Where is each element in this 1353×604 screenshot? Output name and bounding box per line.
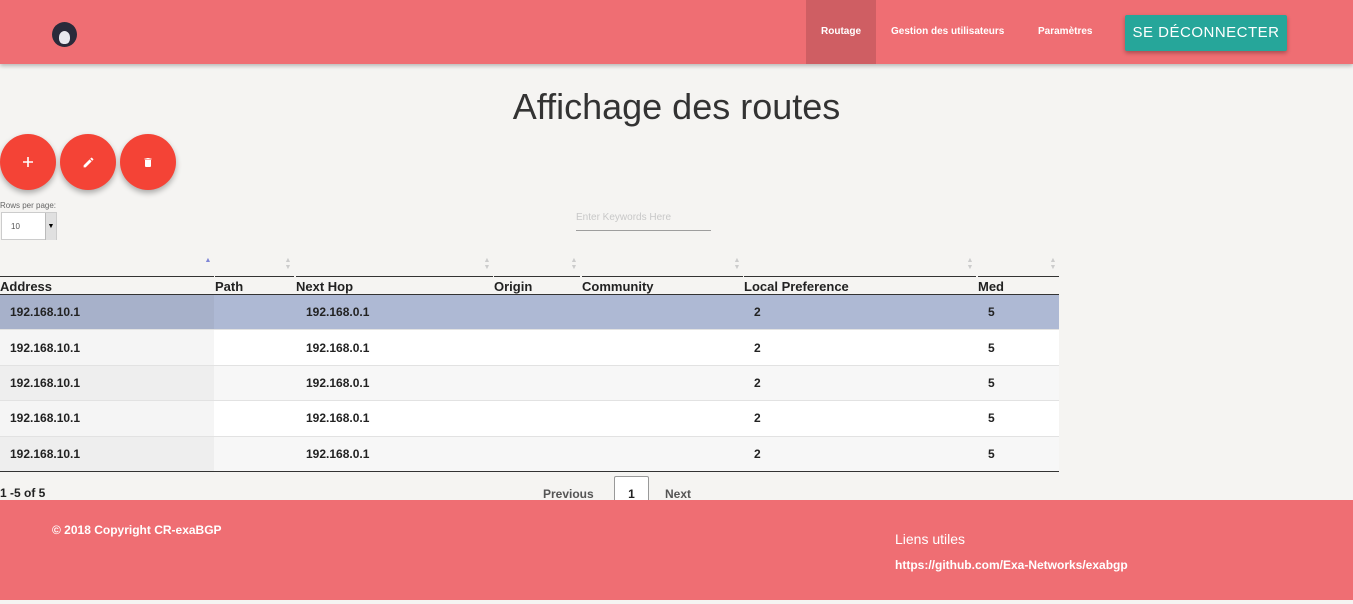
chevron-down-icon[interactable]: ▼ — [45, 213, 56, 240]
table-body: 192.168.10.1 192.168.0.1 2 5 192.168.10.… — [0, 295, 1059, 472]
cell-next-hop: 192.168.0.1 — [306, 411, 370, 426]
column-header-next-hop[interactable]: ▲ ▼ Next Hop — [295, 255, 493, 295]
column-header-community[interactable]: ▲ ▼ Community — [581, 255, 743, 295]
rows-per-page-select[interactable]: 10 ▼ — [1, 212, 57, 240]
sort-icon[interactable]: ▲ ▼ — [570, 257, 578, 271]
rows-per-page-value: 10 — [11, 222, 20, 231]
cell-address: 192.168.10.1 — [0, 436, 214, 471]
pagination-info: 1 -5 of 5 — [0, 486, 46, 500]
nav-item-users[interactable]: Gestion des utilisateurs — [876, 0, 1019, 64]
table-row[interactable]: 192.168.10.1 192.168.0.1 2 5 — [0, 365, 1059, 402]
sort-icon[interactable]: ▲ ▼ — [966, 257, 974, 271]
table-header: ▲ Address ▲ ▼ Path ▲ ▼ Next Hop ▲ ▼ Origin … — [0, 255, 1059, 295]
page-title: Affichage des routes — [512, 86, 841, 127]
cell-med: 5 — [988, 446, 995, 461]
rows-per-page-label: Rows per page: — [0, 201, 57, 210]
cell-address: 192.168.10.1 — [0, 365, 214, 401]
column-header-local-preference[interactable]: ▲ ▼ Local Preference — [743, 255, 976, 295]
sort-icon[interactable]: ▲ — [204, 257, 212, 264]
cell-local-preference: 2 — [754, 305, 761, 320]
footer: © 2018 Copyright CR-exaBGP Liens utiles … — [0, 500, 1353, 600]
cell-med: 5 — [988, 340, 995, 355]
add-route-button[interactable] — [0, 134, 56, 190]
column-header-address[interactable]: ▲ Address — [0, 255, 214, 295]
plus-icon — [23, 157, 33, 167]
sort-icon[interactable]: ▲ ▼ — [733, 257, 741, 271]
cell-address: 192.168.10.1 — [0, 330, 214, 365]
next-page-button[interactable]: Next — [665, 487, 691, 501]
cell-local-preference: 2 — [754, 340, 761, 355]
column-header-med[interactable]: ▲ ▼ Med — [977, 255, 1059, 295]
cell-next-hop: 192.168.0.1 — [306, 375, 370, 390]
sort-icon[interactable]: ▲ ▼ — [284, 257, 292, 271]
cell-local-preference: 2 — [754, 411, 761, 426]
table-row[interactable]: 192.168.10.1 192.168.0.1 2 5 — [0, 401, 1059, 437]
sort-icon[interactable]: ▲ ▼ — [1049, 257, 1057, 271]
table-row[interactable]: 192.168.10.1 192.168.0.1 2 5 — [0, 295, 1059, 331]
previous-page-button[interactable]: Previous — [543, 487, 594, 501]
table-row[interactable]: 192.168.10.1 192.168.0.1 2 5 — [0, 436, 1059, 472]
copyright-text: © 2018 Copyright CR-exaBGP — [52, 523, 222, 537]
cell-next-hop: 192.168.0.1 — [306, 340, 370, 355]
delete-route-button[interactable] — [120, 134, 176, 190]
cell-next-hop: 192.168.0.1 — [306, 305, 370, 320]
cell-local-preference: 2 — [754, 375, 761, 390]
sort-icon[interactable]: ▲ ▼ — [483, 257, 491, 271]
pencil-icon — [83, 157, 93, 167]
cell-next-hop: 192.168.0.1 — [306, 446, 370, 461]
navbar: Routage Gestion des utilisateurs Paramèt… — [0, 0, 1353, 64]
column-header-origin[interactable]: ▲ ▼ Origin — [493, 255, 580, 295]
cell-local-preference: 2 — [754, 446, 761, 461]
logo[interactable] — [52, 22, 77, 47]
cell-med: 5 — [988, 411, 995, 426]
logout-button[interactable]: SE DÉCONNECTER — [1125, 15, 1287, 51]
nav-item-parametres[interactable]: Paramètres — [1023, 0, 1107, 64]
cell-med: 5 — [988, 305, 995, 320]
routes-table: ▲ Address ▲ ▼ Path ▲ ▼ Next Hop ▲ ▼ Origin … — [0, 255, 1059, 472]
trash-icon — [144, 157, 152, 167]
edit-route-button[interactable] — [60, 134, 116, 190]
cell-med: 5 — [988, 375, 995, 390]
cell-address: 192.168.10.1 — [0, 401, 214, 436]
cell-address: 192.168.10.1 — [0, 295, 214, 330]
nav-item-routage[interactable]: Routage — [806, 0, 876, 64]
table-row[interactable]: 192.168.10.1 192.168.0.1 2 5 — [0, 330, 1059, 366]
column-header-path[interactable]: ▲ ▼ Path — [214, 255, 294, 295]
search-input[interactable] — [576, 205, 711, 231]
useful-links-title: Liens utiles — [895, 531, 966, 547]
github-link[interactable]: https://github.com/Exa-Networks/exabgp — [895, 558, 1128, 572]
